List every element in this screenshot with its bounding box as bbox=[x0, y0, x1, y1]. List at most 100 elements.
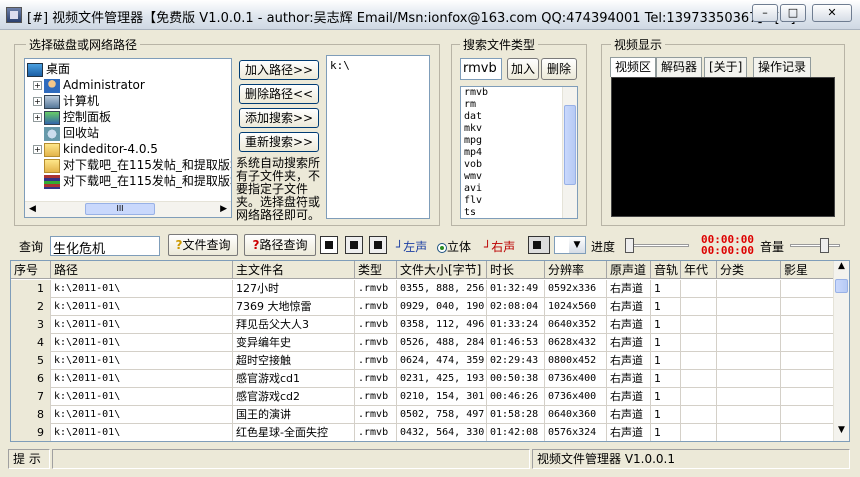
list-item[interactable]: ts bbox=[461, 207, 577, 219]
column-header[interactable]: 分辨率 bbox=[545, 261, 607, 279]
list-item[interactable]: mpg bbox=[461, 135, 577, 147]
path-query-button[interactable]: ?路径查询 bbox=[244, 234, 316, 256]
query-input[interactable]: 生化危机 bbox=[50, 236, 160, 257]
table-cell: 01:58:28 bbox=[487, 406, 545, 424]
list-item[interactable]: wmv bbox=[461, 171, 577, 183]
file-table[interactable]: 序号 路径 主文件名 类型 文件大小[字节] 时长 分辨率 原声道 音轨 年代 分类 影星 1 k:\2… bbox=[10, 260, 850, 442]
scroll-down-icon[interactable]: ▼ bbox=[834, 425, 849, 441]
volume-slider[interactable] bbox=[790, 235, 840, 255]
column-header[interactable]: 影星 bbox=[781, 261, 835, 279]
add-type-button[interactable]: 加入 bbox=[507, 58, 539, 80]
scroll-thumb[interactable] bbox=[564, 105, 576, 185]
column-header[interactable]: 音轨 bbox=[651, 261, 681, 279]
research-button[interactable]: 重新搜索>> bbox=[239, 132, 319, 152]
fullscreen-icon[interactable] bbox=[528, 236, 550, 254]
maximize-button[interactable]: □ bbox=[780, 4, 806, 22]
tab-about[interactable]: [关于] bbox=[704, 57, 748, 77]
table-row[interactable]: 4 k:\2011-01\ 变异编年史 .rmvb 0526, 488, 284 01:4… bbox=[11, 334, 835, 352]
recycle-bin-icon bbox=[44, 126, 60, 141]
speed-dropdown[interactable]: ▼ bbox=[554, 236, 586, 254]
scroll-left-icon[interactable]: ◀ bbox=[29, 204, 36, 214]
tree-item-label: 回收站 bbox=[63, 126, 100, 140]
file-query-button[interactable]: ?文件查询 bbox=[168, 234, 238, 256]
column-header[interactable]: 文件大小[字节] bbox=[397, 261, 487, 279]
selected-paths-list[interactable]: k:\ bbox=[326, 55, 430, 219]
list-item[interactable]: flv bbox=[461, 195, 577, 207]
type-input[interactable]: rmvb bbox=[460, 58, 502, 80]
add-path-button[interactable]: 加入路径>> bbox=[239, 60, 319, 80]
tab-decoder[interactable]: 解码器 bbox=[656, 57, 703, 77]
table-cell: 1 bbox=[651, 298, 681, 316]
scroll-right-icon[interactable]: ▶ bbox=[220, 204, 227, 214]
table-cell bbox=[717, 298, 781, 316]
table-row[interactable]: 9 k:\2011-01\ 红色星球-全面失控 .rmvb 0432, 564, 330… bbox=[11, 424, 835, 441]
column-header[interactable]: 类型 bbox=[355, 261, 397, 279]
title-bar: [#] 视频文件管理器【免费版 V1.0.0.1 - author:吴志辉 Em… bbox=[0, 0, 860, 30]
table-row[interactable]: 2 k:\2011-01\ 7369 大地惊雷 .rmvb 0929, 040, 190… bbox=[11, 298, 835, 316]
expand-icon[interactable]: + bbox=[33, 81, 42, 90]
table-row[interactable]: 3 k:\2011-01\ 拜见岳父大人3 .rmvb 0358, 112, 496 01… bbox=[11, 316, 835, 334]
tree-item[interactable]: + kindeditor-4.0.5 bbox=[33, 141, 158, 157]
file-type-list[interactable]: rmvb rm dat mkv mpg mp4 vob wmv avi flv ts bbox=[460, 86, 578, 219]
column-header[interactable]: 原声道 bbox=[607, 261, 651, 279]
table-row[interactable]: 8 k:\2011-01\ 国王的演讲 .rmvb 0502, 758, 497 01:5… bbox=[11, 406, 835, 424]
tree-item[interactable]: 回收站 bbox=[33, 125, 99, 141]
control-panel-icon bbox=[44, 110, 60, 125]
folder-tree[interactable]: 桌面 + Administrator + 计算机 + 控制面板 回收站 + kindeditor-… bbox=[24, 58, 232, 218]
column-header[interactable]: 时长 bbox=[487, 261, 545, 279]
list-item[interactable]: rm bbox=[461, 99, 577, 111]
column-header[interactable]: 分类 bbox=[717, 261, 781, 279]
chevron-down-icon[interactable]: ▼ bbox=[569, 237, 585, 253]
table-scrollbar[interactable]: ▲ ▼ bbox=[833, 261, 849, 441]
remove-path-button[interactable]: 删除路径<< bbox=[239, 84, 319, 104]
type-list-scrollbar[interactable] bbox=[562, 87, 577, 218]
stop-button[interactable] bbox=[369, 236, 387, 254]
close-button[interactable]: ✕ bbox=[812, 4, 852, 22]
tree-horizontal-scrollbar[interactable]: ◀ III ▶ bbox=[25, 201, 231, 217]
right-channel-option[interactable]: ┘右声 bbox=[484, 238, 515, 255]
slider-knob[interactable] bbox=[625, 238, 634, 253]
list-item[interactable]: avi bbox=[461, 183, 577, 195]
column-header[interactable]: 主文件名 bbox=[233, 261, 355, 279]
list-item[interactable]: dat bbox=[461, 111, 577, 123]
tab-video-area[interactable]: 视频区 bbox=[610, 57, 657, 77]
tree-item[interactable]: + Administrator bbox=[33, 77, 145, 93]
volume-label: 音量 bbox=[760, 240, 785, 254]
column-header[interactable]: 路径 bbox=[51, 261, 233, 279]
minimize-button[interactable]: – bbox=[752, 4, 778, 22]
table-cell: 0640x352 bbox=[545, 316, 607, 334]
list-item[interactable]: rmvb bbox=[461, 87, 577, 99]
expand-icon[interactable]: + bbox=[33, 97, 42, 106]
tree-item-label: kindeditor-4.0.5 bbox=[63, 142, 158, 156]
list-item[interactable]: vob bbox=[461, 159, 577, 171]
progress-slider[interactable] bbox=[625, 235, 689, 255]
expand-icon[interactable]: + bbox=[33, 145, 42, 154]
list-item[interactable]: mp4 bbox=[461, 147, 577, 159]
list-item[interactable]: mkv bbox=[461, 123, 577, 135]
tree-item[interactable]: + 计算机 bbox=[33, 93, 99, 109]
slider-knob[interactable] bbox=[820, 238, 829, 253]
left-channel-option[interactable]: ┘左声 bbox=[396, 238, 427, 255]
stereo-option[interactable]: 立体 bbox=[437, 238, 471, 255]
tree-item[interactable]: 桌面 bbox=[27, 61, 70, 77]
tree-item[interactable]: 对下载吧_在115发帖_和提取版本 bbox=[33, 173, 231, 189]
table-cell: 0640x360 bbox=[545, 406, 607, 424]
play-button[interactable] bbox=[320, 236, 338, 254]
scroll-thumb[interactable] bbox=[835, 279, 848, 293]
tab-operation-log[interactable]: 操作记录 bbox=[753, 57, 812, 77]
table-cell: k:\2011-01\ bbox=[51, 424, 233, 441]
expand-icon[interactable]: + bbox=[33, 113, 42, 122]
table-row[interactable]: 6 k:\2011-01\ 感官游戏cd1 .rmvb 0231, 425, 193 00… bbox=[11, 370, 835, 388]
table-row[interactable]: 7 k:\2011-01\ 感官游戏cd2 .rmvb 0210, 154, 301 00… bbox=[11, 388, 835, 406]
scroll-up-icon[interactable]: ▲ bbox=[834, 261, 849, 277]
delete-type-button[interactable]: 删除 bbox=[541, 58, 577, 80]
table-row[interactable]: 1 k:\2011-01\ 127小时 .rmvb 0355, 888, 256 01:3… bbox=[11, 280, 835, 298]
column-header[interactable]: 序号 bbox=[11, 261, 51, 279]
tree-item[interactable]: + 控制面板 bbox=[33, 109, 111, 125]
tree-item[interactable]: 对下载吧_在115发帖_和提取版本 bbox=[33, 157, 231, 173]
scroll-thumb[interactable]: III bbox=[85, 203, 155, 215]
add-search-button[interactable]: 添加搜索>> bbox=[239, 108, 319, 128]
pause-button[interactable] bbox=[345, 236, 363, 254]
table-row[interactable]: 5 k:\2011-01\ 超时空接触 .rmvb 0624, 474, 359 02:2… bbox=[11, 352, 835, 370]
column-header[interactable]: 年代 bbox=[681, 261, 717, 279]
